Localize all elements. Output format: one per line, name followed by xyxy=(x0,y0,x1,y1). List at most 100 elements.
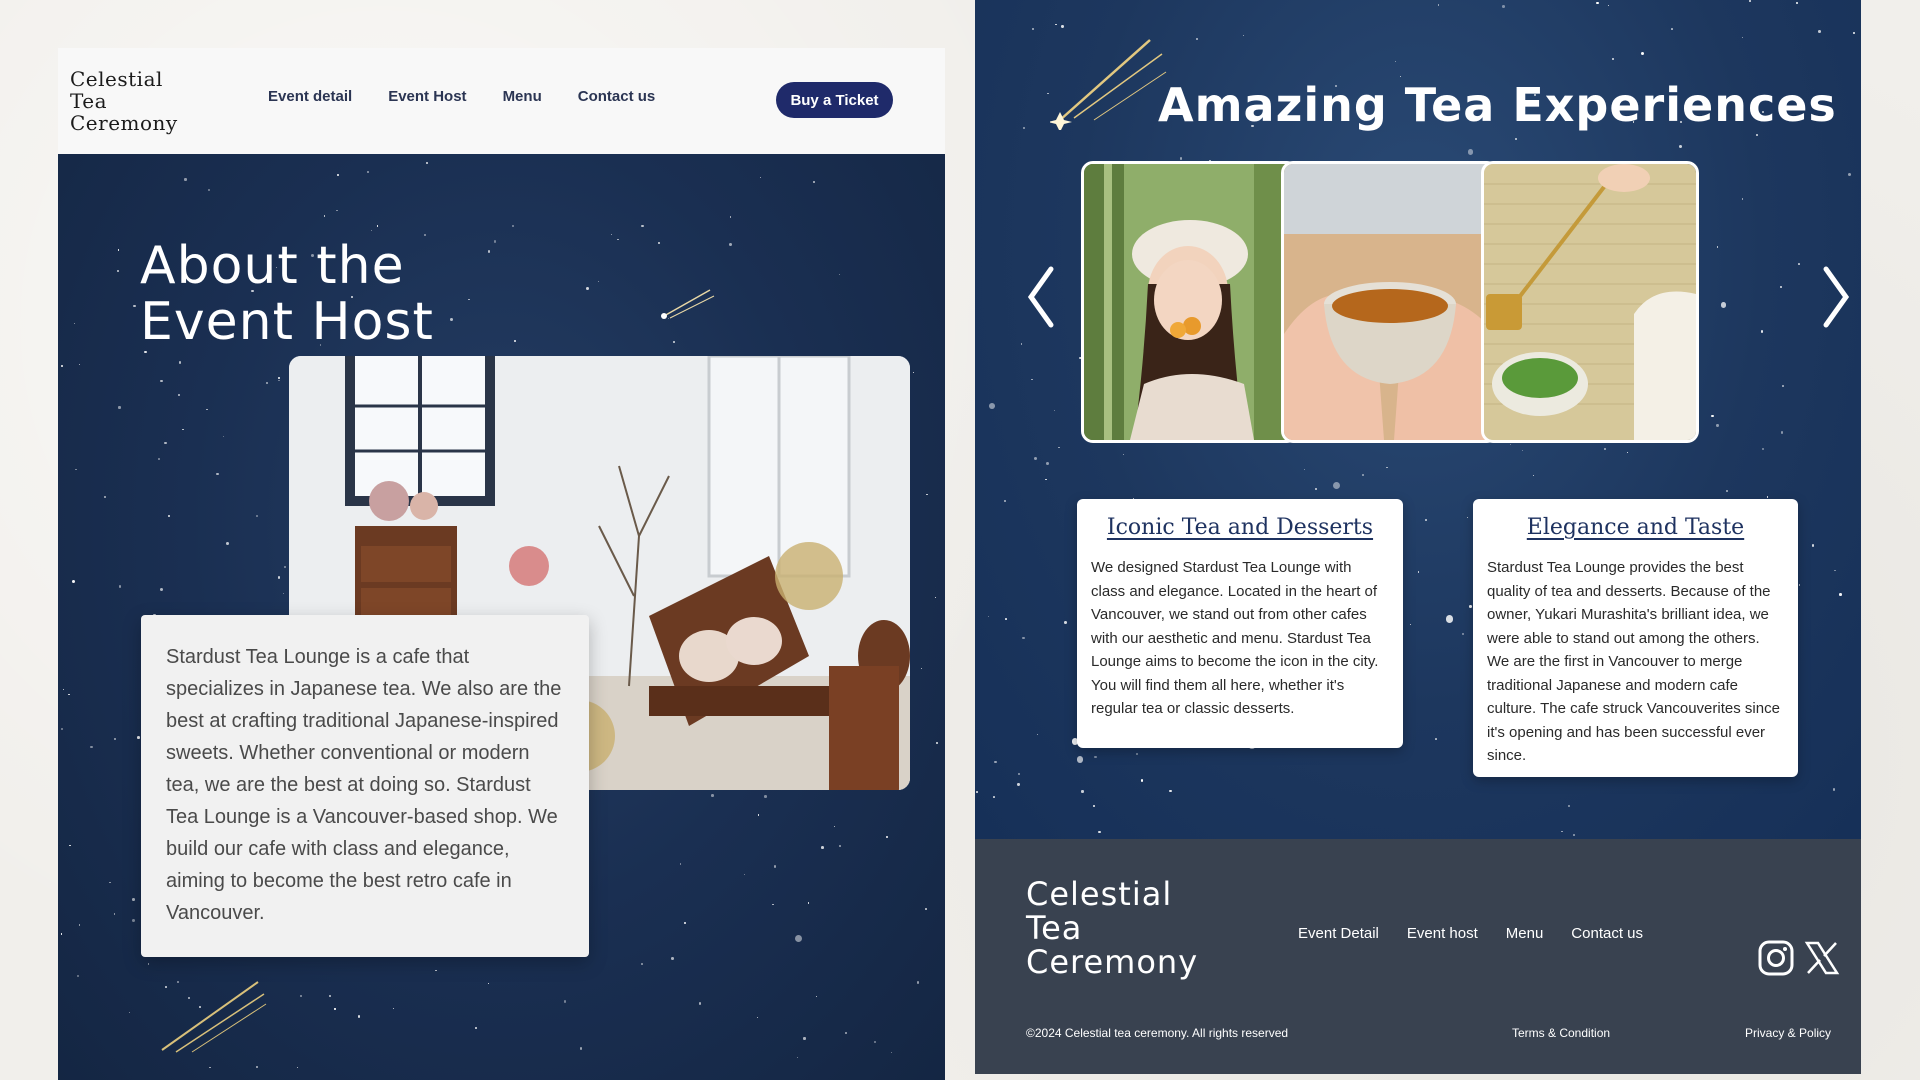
star-dot xyxy=(113,737,117,741)
star-dot xyxy=(468,298,470,301)
star-dot xyxy=(812,180,816,184)
info-card-title[interactable]: Elegance and Taste xyxy=(1487,515,1784,540)
experiences-page: Amazing Tea Experiences Iconic Tea and D… xyxy=(975,0,1861,1074)
privacy-link[interactable]: Privacy & Policy xyxy=(1745,1026,1831,1040)
brand-logo[interactable]: Celestial Tea Ceremony xyxy=(70,68,178,134)
info-card-body: We designed Stardust Tea Lounge with cla… xyxy=(1091,559,1379,717)
star-dot xyxy=(1063,621,1067,624)
nav-link-contact[interactable]: Contact us xyxy=(578,88,656,105)
star-dot xyxy=(1766,495,1769,498)
star-dot xyxy=(1853,31,1856,34)
star-dot xyxy=(1466,516,1468,518)
footer-link-event-host[interactable]: Event host xyxy=(1407,925,1478,942)
star-dot xyxy=(989,402,996,409)
star-dot xyxy=(920,667,922,669)
star-dot xyxy=(223,435,225,437)
star-dot xyxy=(132,897,136,901)
buy-ticket-button[interactable]: Buy a Ticket xyxy=(776,82,893,118)
logo-line: Ceremony xyxy=(70,111,178,135)
star-dot xyxy=(1034,456,1038,460)
star-dot xyxy=(821,846,824,849)
star-dot xyxy=(641,963,644,966)
star-dot xyxy=(116,269,119,272)
carousel-next-button[interactable] xyxy=(1817,262,1857,332)
star-dot xyxy=(207,188,211,192)
host-title-line: About the xyxy=(140,236,405,296)
star-dot xyxy=(1671,27,1674,30)
star-dot xyxy=(334,1008,336,1010)
star-dot xyxy=(1839,592,1842,596)
info-card-iconic: Iconic Tea and Desserts We designed Star… xyxy=(1077,499,1403,748)
star-dot xyxy=(916,981,920,984)
footer-link-event-detail[interactable]: Event Detail xyxy=(1298,925,1379,942)
carousel-photo-woman-eating[interactable] xyxy=(1081,161,1299,443)
terms-link[interactable]: Terms & Condition xyxy=(1512,1026,1610,1040)
star-dot xyxy=(75,468,77,471)
star-dot xyxy=(994,760,998,764)
star-dot xyxy=(926,494,928,496)
host-title: About the Event Host xyxy=(140,238,434,350)
star-dot xyxy=(1795,2,1798,5)
star-dot xyxy=(78,923,81,926)
star-dot xyxy=(1195,38,1198,41)
star-dot xyxy=(493,240,497,243)
carousel-photo-matcha[interactable] xyxy=(1481,161,1699,443)
star-dot xyxy=(760,176,762,178)
star-dot xyxy=(256,1065,259,1069)
star-dot xyxy=(1818,30,1821,34)
star-dot xyxy=(1532,474,1534,476)
star-dot xyxy=(137,735,141,739)
x-twitter-icon[interactable] xyxy=(1803,939,1843,979)
star-dot xyxy=(62,688,64,690)
star-dot xyxy=(1031,28,1034,31)
nav-link-event-detail[interactable]: Event detail xyxy=(268,88,352,105)
star-dot xyxy=(1607,4,1609,7)
star-dot xyxy=(1755,133,1758,136)
star-dot xyxy=(598,281,600,283)
star-dot xyxy=(728,242,732,246)
star-dot xyxy=(487,982,490,984)
nav-link-menu[interactable]: Menu xyxy=(503,88,542,105)
shooting-star-icon xyxy=(161,981,267,1053)
star-dot xyxy=(1782,385,1784,387)
footer-link-contact[interactable]: Contact us xyxy=(1571,925,1643,942)
star-dot xyxy=(1611,57,1614,60)
star-dot xyxy=(1017,772,1021,776)
star-dot xyxy=(563,1000,567,1003)
star-dot xyxy=(839,273,841,275)
star-dot xyxy=(178,361,181,364)
star-dot xyxy=(886,835,889,838)
carousel-photo-tea-cup[interactable] xyxy=(1281,161,1499,443)
info-card-title[interactable]: Iconic Tea and Desserts xyxy=(1091,515,1389,540)
star-dot xyxy=(167,515,170,518)
star-dot xyxy=(1315,488,1318,491)
star-dot xyxy=(1047,92,1049,95)
star-dot xyxy=(133,305,136,308)
star-dot xyxy=(1097,830,1101,834)
star-dot xyxy=(206,409,208,411)
star-dot xyxy=(1725,490,1728,493)
star-dot xyxy=(924,908,927,910)
star-dot xyxy=(1834,569,1837,572)
star-dot xyxy=(1445,614,1454,623)
star-dot xyxy=(934,596,937,599)
star-dot xyxy=(277,576,281,580)
instagram-icon[interactable] xyxy=(1757,939,1797,979)
footer-logo[interactable]: Celestial Tea Ceremony xyxy=(1026,877,1198,979)
carousel-prev-button[interactable] xyxy=(1020,262,1060,332)
host-description: Stardust Tea Lounge is a cafe that speci… xyxy=(166,646,562,924)
star-dot xyxy=(1469,605,1473,608)
star-dot xyxy=(1017,783,1020,786)
logo-line: Ceremony xyxy=(1026,943,1199,981)
star-dot xyxy=(376,225,379,227)
footer-link-menu[interactable]: Menu xyxy=(1506,925,1544,942)
event-host-page: Celestial Tea Ceremony Event detail Even… xyxy=(58,48,945,1080)
nav-link-event-host[interactable]: Event Host xyxy=(388,88,466,105)
chevron-left-icon xyxy=(1027,266,1054,328)
star-dot xyxy=(1394,60,1396,62)
star-dot xyxy=(773,864,777,868)
star-dot xyxy=(61,727,64,730)
star-dot xyxy=(209,1066,211,1069)
footer-links: Event Detail Event host Menu Contact us xyxy=(1298,925,1643,942)
star-dot xyxy=(182,429,184,431)
